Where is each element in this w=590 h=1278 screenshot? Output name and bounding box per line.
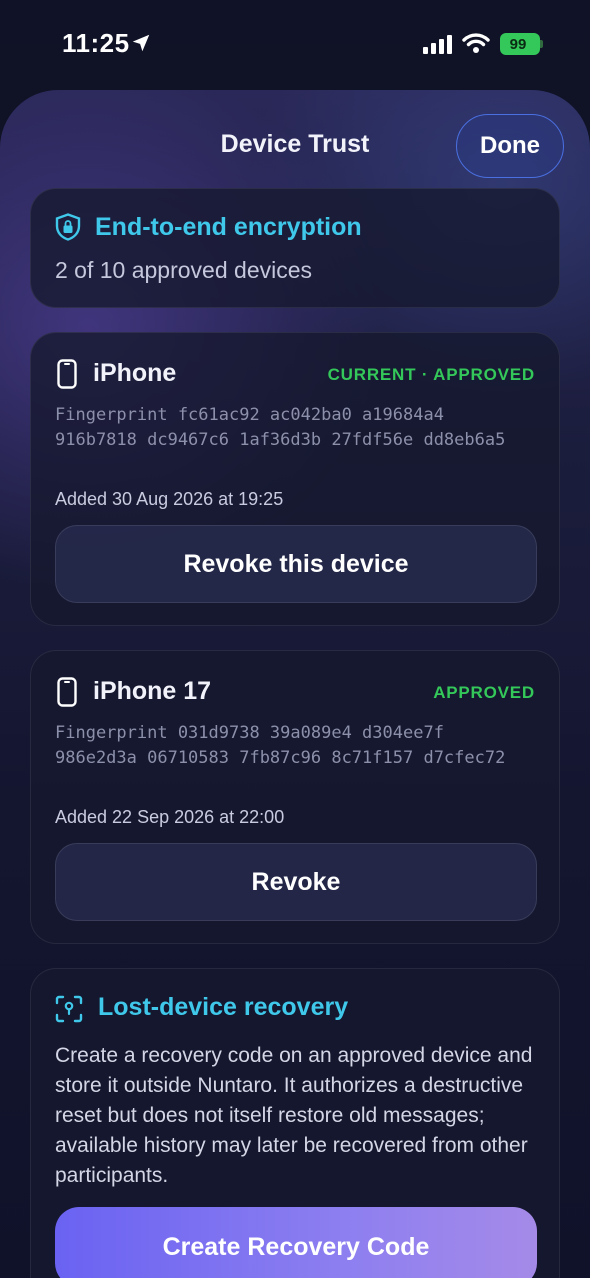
phone-icon bbox=[57, 359, 77, 389]
phone-icon bbox=[57, 677, 77, 707]
sheet: Device Trust Done End-to-end encryption … bbox=[0, 90, 590, 1278]
status-time: 11:25 bbox=[62, 28, 130, 58]
scan-lock-icon bbox=[55, 995, 83, 1023]
wifi-icon bbox=[462, 33, 490, 53]
device-added-date: Added 30 Aug 2026 at 19:25 bbox=[55, 489, 284, 509]
battery-cap bbox=[540, 40, 543, 48]
device-card: iPhone CURRENT · APPROVED Fingerprint fc… bbox=[30, 332, 560, 626]
shield-lock-icon bbox=[55, 213, 81, 241]
done-button[interactable]: Done bbox=[456, 114, 564, 178]
device-name: iPhone 17 bbox=[93, 677, 212, 705]
status-bar: 11:25 99 bbox=[0, 0, 590, 90]
battery-level: 99 bbox=[509, 35, 527, 53]
device-added-date: Added 22 Sep 2026 at 22:00 bbox=[55, 807, 285, 827]
approved-devices-count: 2 of 10 approved devices bbox=[55, 257, 313, 283]
recovery-card: Lost-device recovery Create a recovery c… bbox=[30, 968, 560, 1278]
device-status-badge: CURRENT · APPROVED bbox=[327, 365, 535, 384]
revoke-button[interactable]: Revoke bbox=[55, 843, 537, 921]
device-fingerprint: Fingerprint 031d9738 39a089e4 d304ee7f 9… bbox=[55, 723, 506, 768]
device-status-badge: APPROVED bbox=[433, 683, 535, 702]
revoke-this-device-button[interactable]: Revoke this device bbox=[55, 525, 537, 603]
cellular-signal-icon bbox=[423, 35, 452, 54]
battery-icon: 99 bbox=[500, 33, 540, 55]
encryption-title: End-to-end encryption bbox=[95, 213, 362, 241]
device-trust-screen: 11:25 99 Device Trust Done End-to-end en… bbox=[0, 0, 590, 1278]
device-name: iPhone bbox=[93, 359, 177, 387]
recovery-title: Lost-device recovery bbox=[98, 993, 349, 1021]
location-arrow-icon bbox=[132, 34, 150, 52]
create-recovery-code-button[interactable]: Create Recovery Code bbox=[55, 1207, 537, 1278]
device-card: iPhone 17 APPROVED Fingerprint 031d9738 … bbox=[30, 650, 560, 944]
encryption-card: End-to-end encryption 2 of 10 approved d… bbox=[30, 188, 560, 308]
recovery-description: Create a recovery code on an approved de… bbox=[55, 1044, 533, 1187]
device-fingerprint: Fingerprint fc61ac92 ac042ba0 a19684a4 9… bbox=[55, 405, 506, 450]
